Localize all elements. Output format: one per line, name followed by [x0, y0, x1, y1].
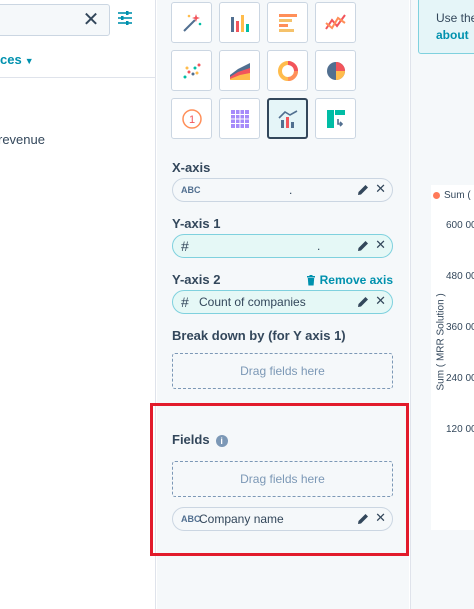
help-banner-text: Use the — [436, 11, 474, 25]
yaxis2-field-pill[interactable]: # Count of companies ✕ — [172, 290, 393, 314]
pencil-icon[interactable] — [356, 239, 370, 253]
pencil-icon[interactable] — [356, 295, 370, 309]
xaxis-label: X-axis — [172, 160, 211, 175]
yaxis1-label: Y-axis 1 — [172, 216, 221, 231]
filter-settings-icon[interactable] — [117, 10, 133, 26]
summary-number-icon: 1 — [181, 108, 202, 129]
chart-type-table[interactable] — [219, 98, 260, 139]
text-type-icon: ABC — [181, 185, 201, 195]
remove-axis-button[interactable]: Remove axis — [306, 273, 393, 287]
legend-label: Sum ( — [444, 190, 471, 201]
fields-drop-zone[interactable]: Drag fields here — [172, 461, 393, 497]
fields-field-pill[interactable]: ABC Company name ✕ — [172, 507, 393, 531]
chart-type-pie[interactable] — [315, 50, 356, 91]
number-type-icon: # — [181, 294, 189, 310]
xaxis-field-pill[interactable]: ABC . ✕ — [172, 178, 393, 202]
y-axis-title: Sum ( MRR Solution ) — [435, 293, 447, 391]
property-item-revenue[interactable]: revenue — [0, 132, 45, 147]
y-tick-label: 240 00 — [446, 373, 474, 384]
y-tick-label: 120 00 — [446, 424, 474, 435]
pivot-table-icon — [326, 109, 345, 128]
yaxis2-label: Y-axis 2 — [172, 272, 221, 287]
fields-title: Fields — [172, 432, 210, 447]
fields-label: Fields i — [172, 432, 228, 447]
remove-field-icon[interactable]: ✕ — [375, 237, 386, 253]
chart-type-scatter[interactable] — [171, 50, 212, 91]
pencil-icon[interactable] — [356, 183, 370, 197]
trash-icon — [306, 274, 315, 285]
chart-type-combination[interactable] — [267, 98, 308, 139]
remove-field-icon[interactable]: ✕ — [375, 293, 386, 309]
pencil-icon[interactable] — [356, 512, 370, 526]
info-icon[interactable]: i — [215, 434, 228, 447]
remove-field-icon[interactable]: ✕ — [375, 510, 386, 526]
breakdown-drop-zone[interactable]: Drag fields here — [172, 353, 393, 389]
y-tick-label: 480 00 — [446, 271, 474, 282]
table-icon — [230, 109, 249, 128]
y-tick-label: 600 00 — [446, 220, 474, 231]
caret-down-icon: ▼ — [24, 55, 34, 66]
donut-icon — [277, 60, 298, 81]
chart-type-line[interactable] — [315, 2, 356, 43]
svg-text:1: 1 — [188, 114, 194, 126]
chart-legend[interactable]: Sum ( — [433, 190, 471, 201]
chart-type-horizontal-bar[interactable] — [267, 2, 308, 43]
chart-type-donut[interactable] — [267, 50, 308, 91]
chart-type-pivot[interactable] — [315, 98, 356, 139]
remove-field-icon[interactable]: ✕ — [375, 181, 386, 197]
chart-type-area[interactable] — [219, 50, 260, 91]
combination-chart-icon — [277, 109, 297, 128]
y-tick-label: 360 00 — [446, 322, 474, 333]
chart-config-panel: 1 X-axis ABC . ✕ Y-axis 1 # . ✕ Y-axis 2… — [157, 0, 409, 609]
remove-axis-label: Remove axis — [319, 273, 393, 287]
magic-wand-icon — [182, 13, 201, 32]
divider — [0, 77, 156, 78]
clear-search-icon[interactable]: ✕ — [81, 10, 101, 30]
sources-dropdown[interactable]: ces ▼ — [0, 52, 34, 67]
yaxis1-field-pill[interactable]: # . ✕ — [172, 234, 393, 258]
sources-dropdown-label: ces — [0, 52, 22, 67]
text-type-icon: ABC — [181, 514, 201, 524]
line-chart-icon — [324, 13, 346, 30]
breakdown-label: Break down by (for Y axis 1) — [172, 328, 346, 343]
vertical-bar-icon — [230, 14, 249, 32]
chart-type-vertical-bar[interactable] — [219, 2, 260, 43]
search-input[interactable]: ✕ — [0, 4, 110, 36]
help-banner-link[interactable]: about — [436, 28, 469, 42]
number-type-icon: # — [181, 238, 189, 254]
chart-type-summary[interactable]: 1 — [171, 98, 212, 139]
legend-swatch — [433, 192, 440, 199]
help-banner: Use the about — [418, 0, 474, 54]
data-sources-panel: ✕ ces ▼ revenue — [0, 0, 156, 609]
chart-type-magic-wand[interactable] — [171, 2, 212, 43]
pie-chart-icon — [326, 61, 345, 80]
area-chart-icon — [229, 62, 250, 80]
horizontal-bar-icon — [278, 13, 297, 32]
scatter-icon — [183, 63, 200, 78]
